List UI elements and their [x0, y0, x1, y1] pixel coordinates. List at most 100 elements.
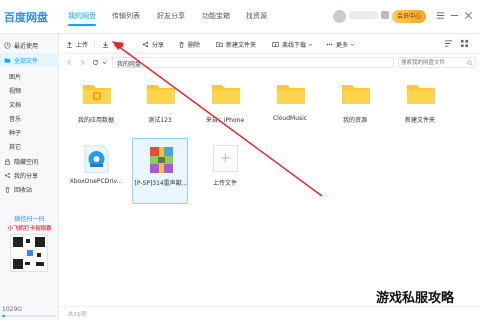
- chevron-down-icon[interactable]: [102, 60, 107, 65]
- close-icon[interactable]: [462, 9, 474, 21]
- new-folder-label: 新建文件夹: [226, 41, 257, 49]
- folder-icon: [147, 85, 175, 104]
- username-blurred[interactable]: [349, 11, 379, 19]
- sidebar-item-label: 回收站: [14, 186, 33, 194]
- tab-toolbox[interactable]: 功能宝箱: [202, 11, 230, 21]
- file-name: 上传文件: [212, 180, 237, 187]
- top-bar: 百度网盘 我的网盘 传输列表 好友分享 功能宝箱 找资源 会员中心: [0, 0, 480, 34]
- sidebar-item-videos[interactable]: 视频: [0, 83, 59, 97]
- share-icon: [142, 41, 149, 47]
- file-name: CloudMusic: [272, 115, 308, 122]
- sidebar-item-label: 音乐: [9, 115, 22, 123]
- upload-button[interactable]: 上传: [66, 38, 88, 50]
- share-icon: [4, 172, 11, 179]
- offline-download-button[interactable]: 离线下载: [272, 38, 316, 50]
- tab-find-resources[interactable]: 找资源: [246, 11, 267, 21]
- folder-icon: [277, 85, 305, 104]
- toolbar-divider: [94, 40, 95, 48]
- folder-icon: [342, 85, 370, 104]
- file-name: 我的资源: [342, 117, 367, 124]
- search-input[interactable]: [401, 59, 463, 67]
- sidebar-item-documents[interactable]: 文档: [0, 97, 59, 111]
- sidebar-item-images[interactable]: 图片: [0, 69, 59, 83]
- file-name: 来自：iPhone: [205, 117, 245, 124]
- sidebar-item-music[interactable]: 音乐: [0, 111, 59, 125]
- promo-title: 微信扫一扫: [14, 216, 45, 223]
- tab-my-disk[interactable]: 我的网盘: [68, 11, 96, 26]
- trash-icon: [179, 41, 184, 48]
- settings-icon[interactable]: [434, 9, 446, 21]
- sidebar-item-label: 种子: [9, 129, 22, 137]
- promo-subtitle: 小飞机打卡有惊喜: [7, 226, 52, 232]
- offline-download-label: 离线下载: [282, 41, 307, 49]
- delete-button[interactable]: 删除: [178, 38, 200, 50]
- sidebar-item-label: 其它: [9, 143, 22, 151]
- sidebar-item-all-files[interactable]: 全部文件: [0, 53, 59, 67]
- refresh-icon[interactable]: [92, 59, 99, 66]
- file-item-new-folder[interactable]: 新建文件夹: [392, 82, 448, 142]
- file-item-app-data[interactable]: 我的应用数据: [68, 82, 124, 142]
- sidebar-item-label: 最近使用: [14, 42, 39, 50]
- file-name: XboxOnePCDriv...: [69, 178, 123, 185]
- file-item-xbox-driver[interactable]: XboxOnePCDriv...: [68, 145, 124, 205]
- sidebar-item-label: 文档: [9, 101, 22, 109]
- storage-usage-text: 1029G: [2, 306, 22, 313]
- sidebar-item-other[interactable]: 其它: [0, 139, 59, 153]
- back-arrow-icon[interactable]: [66, 59, 73, 66]
- wechat-promo: 微信扫一扫 小飞机打卡有惊喜: [2, 214, 57, 292]
- tab-transfer-list[interactable]: 传输列表: [112, 11, 140, 21]
- forward-arrow-icon[interactable]: [79, 59, 86, 66]
- share-button[interactable]: 分享: [142, 38, 164, 50]
- path-bar: 我的网盘: [60, 55, 480, 71]
- minimize-icon[interactable]: [448, 9, 460, 21]
- share-label: 分享: [152, 41, 165, 49]
- download-icon: [103, 41, 108, 48]
- plus-icon[interactable]: +: [213, 145, 238, 172]
- new-folder-icon: [216, 41, 223, 47]
- upload-icon: [67, 41, 72, 48]
- breadcrumb-item[interactable]: 我的网盘: [117, 59, 141, 68]
- sort-icon[interactable]: [444, 39, 453, 48]
- new-folder-button[interactable]: 新建文件夹: [216, 38, 256, 50]
- app-folder-icon: [83, 85, 111, 104]
- file-item-my-resources[interactable]: 我的资源: [327, 82, 383, 142]
- sidebar-item-torrents[interactable]: 种子: [0, 125, 59, 139]
- avatar[interactable]: [333, 10, 346, 23]
- sidebar-item-label: 我的分享: [14, 172, 39, 180]
- more-label: 更多: [336, 41, 349, 49]
- chevron-down-icon: [350, 43, 355, 46]
- grid-view-icon[interactable]: [460, 39, 469, 48]
- upload-file-tile[interactable]: + 上传文件: [197, 145, 253, 205]
- folder-icon: [407, 85, 435, 104]
- more-button[interactable]: 更多: [326, 38, 358, 50]
- file-item-cloudmusic[interactable]: CloudMusic: [262, 82, 318, 142]
- installer-file-icon: [84, 145, 109, 173]
- file-name: [P-SP]314雷声獣...: [134, 180, 188, 187]
- download-button[interactable]: 下载: [102, 38, 124, 50]
- sidebar-item-recent[interactable]: 最近使用: [0, 38, 59, 52]
- file-name: 新建文件夹: [404, 117, 435, 124]
- lock-icon: [4, 158, 11, 165]
- qr-code-image[interactable]: [10, 234, 48, 272]
- vip-badge-icon: [381, 11, 389, 19]
- sidebar-item-hidden-space[interactable]: 隐藏空间: [0, 154, 59, 168]
- sidebar-item-label: 隐藏空间: [14, 158, 39, 166]
- file-item-from-iphone[interactable]: 来自：iPhone: [197, 82, 253, 142]
- item-count-text: 共11项: [68, 312, 86, 318]
- member-center-button[interactable]: 会员中心: [392, 10, 426, 23]
- more-icon: [326, 43, 333, 45]
- clock-icon: [4, 41, 11, 49]
- chevron-down-icon: [308, 43, 313, 46]
- sidebar-item-my-shares[interactable]: 我的分享: [0, 168, 59, 182]
- tab-friend-share[interactable]: 好友分享: [157, 11, 185, 21]
- file-item-test123[interactable]: 测试123: [132, 82, 188, 142]
- status-bar: 共11项: [60, 306, 480, 320]
- search-icon[interactable]: [467, 60, 473, 66]
- watermark-text: 游戏私服攻略: [376, 291, 455, 306]
- search-field[interactable]: [398, 57, 476, 68]
- file-item-archive-selected[interactable]: [P-SP]314雷声獣...: [132, 138, 188, 204]
- archive-file-icon: [150, 147, 173, 173]
- sidebar-item-recycle-bin[interactable]: 回收站: [0, 182, 59, 196]
- breadcrumb[interactable]: 我的网盘: [112, 57, 394, 68]
- offline-download-icon: [272, 41, 279, 47]
